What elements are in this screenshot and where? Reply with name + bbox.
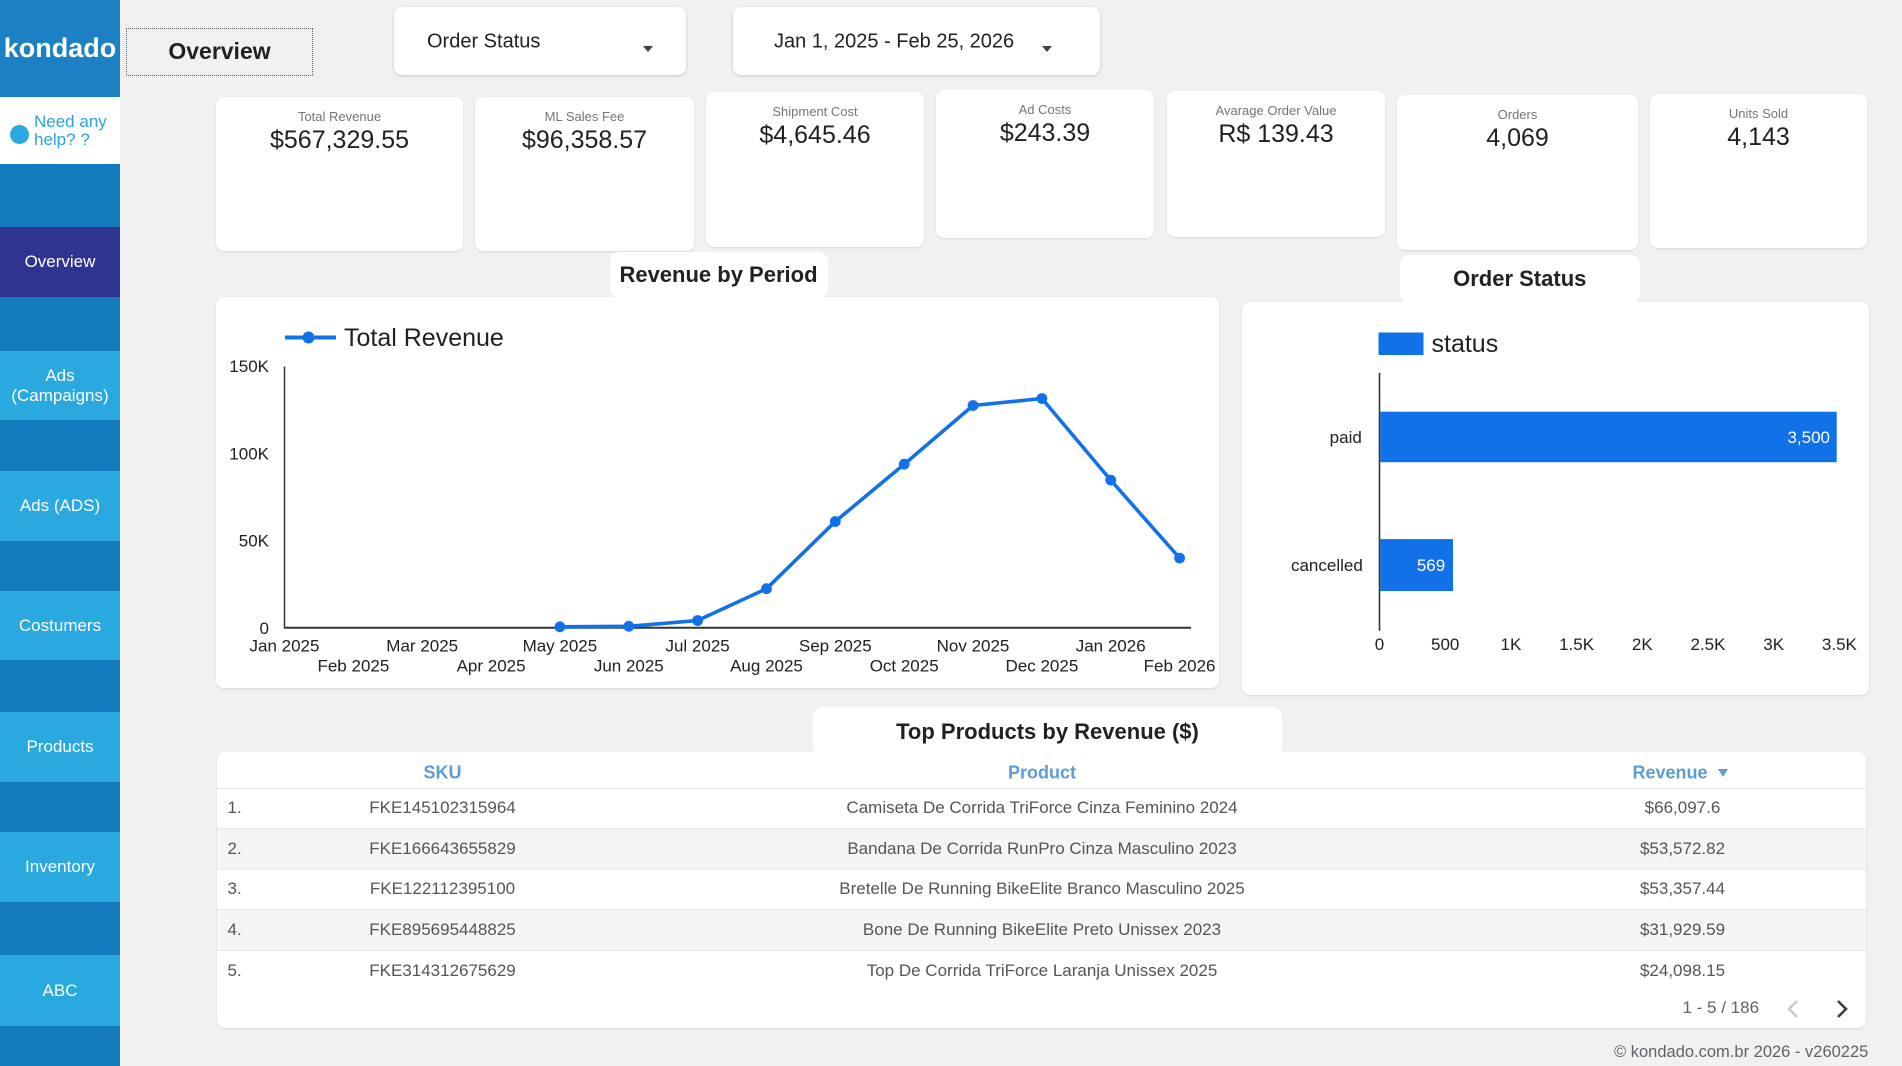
svg-text:May 2025: May 2025 bbox=[523, 636, 598, 655]
svg-text:Feb 2026: Feb 2026 bbox=[1144, 656, 1216, 675]
svg-text:500: 500 bbox=[1431, 634, 1459, 653]
svg-text:569: 569 bbox=[1416, 556, 1444, 575]
svg-text:cancelled: cancelled bbox=[1290, 556, 1362, 575]
svg-text:1K: 1K bbox=[1500, 634, 1521, 653]
svg-text:150K: 150K bbox=[229, 357, 269, 376]
svg-text:Total Revenue: Total Revenue bbox=[344, 324, 504, 352]
svg-text:Sep 2025: Sep 2025 bbox=[799, 636, 872, 655]
svg-text:paid: paid bbox=[1329, 428, 1361, 447]
svg-text:100K: 100K bbox=[229, 444, 269, 463]
svg-text:Nov 2025: Nov 2025 bbox=[937, 636, 1010, 655]
svg-text:3,500: 3,500 bbox=[1787, 428, 1830, 447]
svg-text:0: 0 bbox=[1374, 634, 1383, 653]
svg-text:Aug 2025: Aug 2025 bbox=[730, 656, 803, 675]
svg-text:3K: 3K bbox=[1763, 634, 1784, 653]
svg-text:2.5K: 2.5K bbox=[1690, 634, 1726, 653]
svg-text:50K: 50K bbox=[239, 531, 270, 550]
svg-text:Feb 2025: Feb 2025 bbox=[317, 656, 389, 675]
svg-text:status: status bbox=[1431, 330, 1498, 358]
svg-text:Jan 2026: Jan 2026 bbox=[1076, 636, 1146, 655]
svg-text:1.5K: 1.5K bbox=[1559, 634, 1595, 653]
svg-text:Apr 2025: Apr 2025 bbox=[457, 656, 526, 675]
svg-text:Dec 2025: Dec 2025 bbox=[1006, 656, 1079, 675]
svg-text:Jun 2025: Jun 2025 bbox=[594, 656, 664, 675]
svg-text:Mar 2025: Mar 2025 bbox=[386, 636, 458, 655]
svg-text:2K: 2K bbox=[1631, 634, 1652, 653]
svg-text:Jul 2025: Jul 2025 bbox=[665, 636, 729, 655]
svg-text:0: 0 bbox=[260, 619, 269, 638]
svg-text:Jan 2025: Jan 2025 bbox=[250, 636, 320, 655]
svg-text:Oct 2025: Oct 2025 bbox=[870, 656, 939, 675]
svg-text:3.5K: 3.5K bbox=[1821, 634, 1857, 653]
